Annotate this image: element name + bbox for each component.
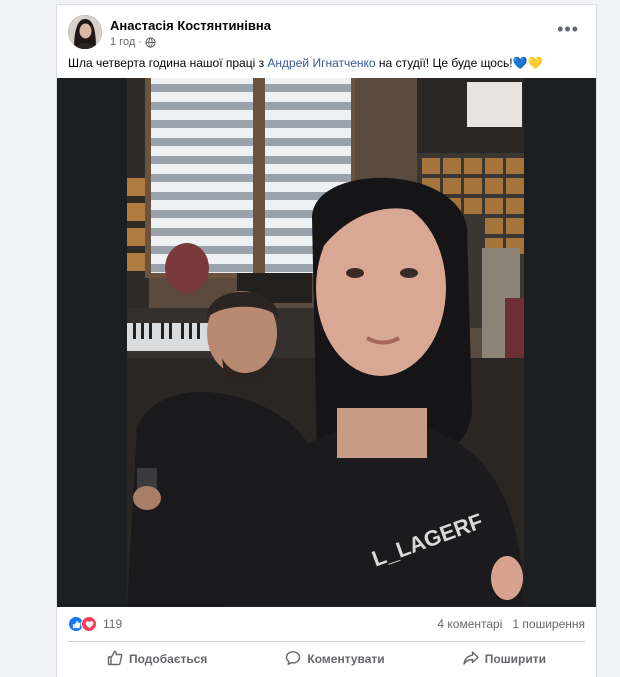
love-reaction-icon: [81, 616, 97, 632]
share-button-label: Поширити: [484, 652, 546, 666]
shares-count[interactable]: 1 поширення: [512, 617, 585, 631]
post-text-end: на студії! Це буде щось!💙💛: [375, 56, 543, 70]
post-photo[interactable]: L_LAGERF: [57, 78, 596, 607]
like-button-label: Подобається: [129, 652, 208, 666]
author-avatar[interactable]: [68, 15, 102, 49]
engagement-counts: 4 коментарі 1 поширення: [437, 617, 585, 631]
post-text: Шла четверта година нашої праці з Андрей…: [68, 55, 585, 71]
more-options-icon[interactable]: •••: [557, 20, 579, 38]
post-actions: Подобається Коментувати Поширити: [68, 645, 585, 673]
post-time[interactable]: 1 год: [110, 36, 135, 48]
post-header: Анастасія Костянтинівна 1 год · •••: [68, 15, 585, 55]
share-button[interactable]: Поширити: [445, 646, 564, 673]
post-card: Анастасія Костянтинівна 1 год · ••• Шла …: [56, 4, 597, 677]
post-stats: 119 4 коментарі 1 поширення: [68, 614, 585, 636]
meta-separator: ·: [138, 36, 142, 48]
comment-icon: [285, 650, 301, 669]
comments-count[interactable]: 4 коментарі: [437, 617, 502, 631]
share-icon: [462, 650, 479, 669]
post-text-start: Шла четверта година нашої праці з: [68, 56, 268, 70]
like-button[interactable]: Подобається: [89, 646, 225, 673]
reaction-count: 119: [103, 617, 123, 631]
stats-divider: [68, 641, 585, 642]
thumbs-up-icon: [107, 650, 123, 669]
studio-photo: L_LAGERF: [127, 78, 524, 607]
author-name[interactable]: Анастасія Костянтинівна: [110, 18, 271, 33]
mention-link[interactable]: Андрей Игнатченко: [267, 56, 375, 70]
globe-icon: [145, 36, 156, 48]
comment-button[interactable]: Коментувати: [267, 646, 402, 673]
reactions-summary[interactable]: 119: [68, 616, 122, 632]
post-meta: 1 год ·: [110, 36, 156, 48]
comment-button-label: Коментувати: [307, 652, 385, 666]
